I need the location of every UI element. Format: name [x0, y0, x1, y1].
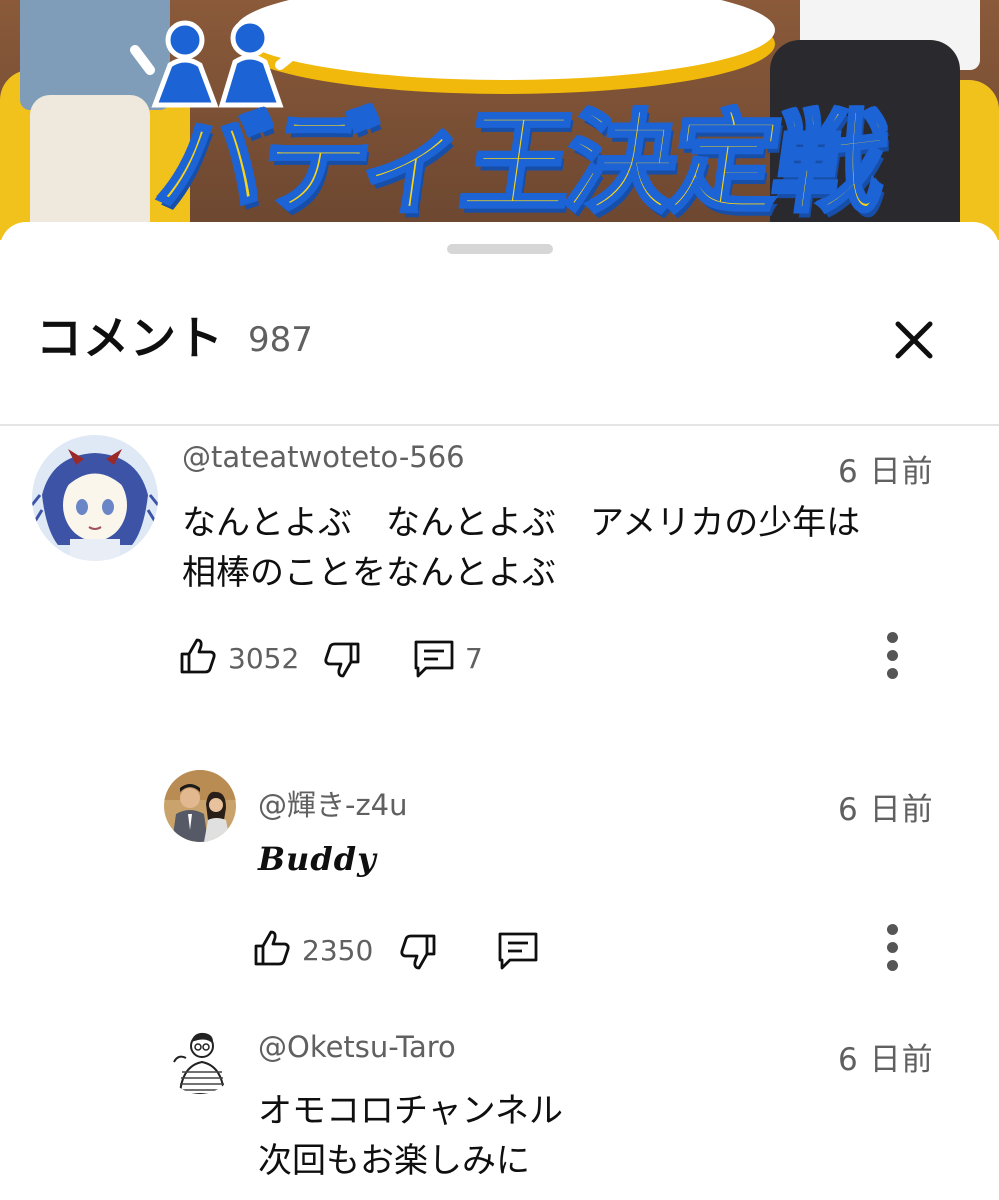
like-icon[interactable]: [252, 928, 292, 968]
anime-girl-avatar-icon[interactable]: [32, 435, 158, 561]
reply-time: 6 日前: [838, 1042, 934, 1078]
reply-author[interactable]: @輝き-z4u: [258, 782, 408, 824]
drag-handle[interactable]: [447, 244, 553, 254]
reply-icon[interactable]: [412, 638, 456, 680]
comment-count: 987: [248, 320, 313, 360]
header-divider: [0, 424, 999, 426]
person-left-legs: [30, 95, 150, 240]
more-options-icon[interactable]: [882, 632, 902, 684]
comment-time: 6 日前: [838, 454, 934, 490]
reply-icon[interactable]: [496, 930, 540, 972]
reply-text: Buddy: [258, 840, 377, 878]
video-title-logo: バディ王決定戦: [148, 78, 890, 229]
comments-screen: バディ王決定戦 コメント 987 @tateatwoteto-566 6 日前 …: [0, 0, 999, 1200]
sheet-header: コメント 987: [0, 302, 999, 382]
comments-sheet: コメント 987 @tateatwoteto-566 6 日前 なんとよぶ なん…: [0, 222, 999, 1200]
comment-text: なんとよぶ なんとよぶ アメリカの少年は 相棒のことをなんとよぶ: [182, 503, 861, 593]
reply-text: オモコロチャンネル 次回もお楽しみに: [258, 1091, 563, 1181]
sketch-man-avatar-icon[interactable]: [164, 1022, 236, 1094]
couple-photo-avatar-icon[interactable]: [164, 770, 236, 842]
comment-author[interactable]: @tateatwoteto-566: [182, 440, 465, 474]
reply-author[interactable]: @Oketsu-Taro: [258, 1030, 456, 1064]
sheet-title: コメント: [36, 311, 224, 365]
like-count: 3052: [228, 642, 300, 675]
like-icon[interactable]: [178, 636, 218, 676]
video-title-logo-text: バディ王決定戦: [148, 97, 890, 229]
dislike-icon[interactable]: [398, 932, 438, 972]
dislike-icon[interactable]: [322, 640, 362, 680]
reply-count: 7: [465, 642, 483, 675]
video-player[interactable]: バディ王決定戦: [0, 0, 999, 240]
reply-time: 6 日前: [838, 792, 934, 828]
more-options-icon[interactable]: [882, 924, 902, 976]
like-count: 2350: [302, 934, 374, 967]
close-icon[interactable]: [890, 316, 938, 364]
